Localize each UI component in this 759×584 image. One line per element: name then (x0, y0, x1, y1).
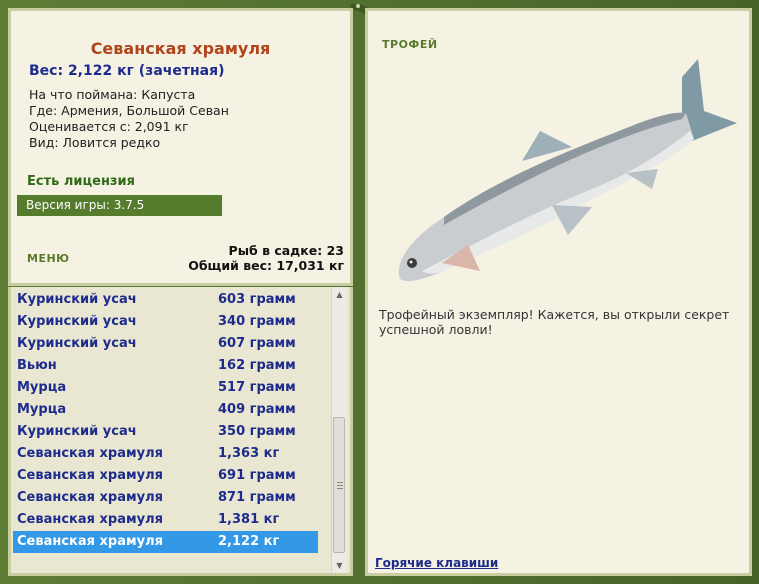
catch-fish-weight: 517 грамм (218, 380, 296, 395)
catch-fish-weight: 607 грамм (218, 336, 296, 351)
catch-list-row[interactable]: Куринский усач 607 грамм (13, 333, 318, 355)
catch-list-row[interactable]: Севанская храмуля 691 грамм (13, 465, 318, 487)
total-weight: Общий вес: 17,031 кг (188, 258, 344, 273)
fish-kind: Вид: Ловится редко (29, 135, 161, 150)
catch-list-row[interactable]: Вьюн 162 грамм (13, 355, 318, 377)
grip-line (337, 485, 343, 486)
catch-fish-name: Куринский усач (17, 314, 137, 329)
catch-fish-weight: 409 грамм (218, 402, 296, 417)
catch-list-row[interactable]: Севанская храмуля 1,363 кг (13, 443, 318, 465)
scroll-up-arrow-icon[interactable]: ▲ (332, 287, 347, 302)
fish-weight: Вес: 2,122 кг (зачетная) (29, 63, 225, 79)
catch-list-row[interactable]: Севанская храмуля 1,381 кг (13, 509, 318, 531)
fish-title: Севанская храмуля (90, 39, 271, 58)
catch-fish-weight: 1,381 кг (218, 512, 280, 527)
catch-list-row[interactable]: Мурца 517 грамм (13, 377, 318, 399)
catch-fish-weight: 1,363 кг (218, 446, 280, 461)
catch-fish-weight: 2,122 кг (218, 534, 280, 549)
catch-fish-name: Куринский усач (17, 424, 137, 439)
catch-fish-name: Севанская храмуля (17, 512, 163, 527)
trophy-panel: ТРОФЕЙ Трофейный экземпляр! Кажется, вы … (365, 8, 752, 576)
catch-fish-weight: 162 грамм (218, 358, 296, 373)
catch-fish-weight: 871 грамм (218, 490, 296, 505)
fish-location: Где: Армения, Большой Севан (29, 103, 229, 118)
grip-line (337, 482, 343, 483)
menu-button[interactable]: МЕНЮ (27, 252, 70, 265)
scroll-down-arrow-icon[interactable]: ▼ (332, 558, 347, 573)
game-version: Версия игры: 3.7.5 (17, 195, 222, 216)
catch-fish-name: Мурца (17, 402, 67, 417)
catch-fish-weight: 350 грамм (218, 424, 296, 439)
catch-list: Куринский усач 603 грамм Куринский усач 340… (13, 289, 318, 553)
catch-fish-weight: 691 грамм (218, 468, 296, 483)
catch-fish-name: Вьюн (17, 358, 57, 373)
catch-list-row[interactable]: Севанская храмуля 871 грамм (13, 487, 318, 509)
hotkeys-link[interactable]: Горячие клавиши (375, 556, 498, 570)
catch-fish-name: Мурца (17, 380, 67, 395)
catch-list-row[interactable]: Севанская храмуля 2,122 кг (13, 531, 318, 553)
catch-list-row[interactable]: Куринский усач 340 грамм (13, 311, 318, 333)
license-status: Есть лицензия (27, 174, 135, 189)
catch-fish-name: Куринский усач (17, 336, 137, 351)
trophy-message: Трофейный экземпляр! Кажется, вы открыли… (379, 307, 730, 337)
fish-count: Рыб в садке: 23 (228, 243, 344, 258)
catch-fish-name: Севанская храмуля (17, 490, 163, 505)
catch-fish-weight: 340 грамм (218, 314, 296, 329)
list-scrollbar[interactable]: ▲ ▼ (331, 287, 347, 573)
catch-list-row[interactable]: Куринский усач 603 грамм (13, 289, 318, 311)
fish-info-panel: Севанская храмуля Вес: 2,122 кг (зачетна… (8, 8, 353, 286)
catch-fish-name: Севанская храмуля (17, 468, 163, 483)
catch-fish-name: Куринский усач (17, 292, 137, 307)
catch-fish-name: Севанская храмуля (17, 446, 163, 461)
scrollbar-thumb[interactable] (333, 417, 345, 553)
catch-list-panel: Куринский усач 603 грамм Куринский усач 340… (8, 287, 353, 576)
catch-list-row[interactable]: Куринский усач 350 грамм (13, 421, 318, 443)
fish-bait: На что поймана: Капуста (29, 87, 196, 102)
fish-value: Оценивается с: 2,091 кг (29, 119, 189, 134)
catch-list-row[interactable]: Мурца 409 грамм (13, 399, 318, 421)
catch-stats: Рыб в садке: 23 Общий вес: 17,031 кг (188, 243, 344, 273)
catch-fish-name: Севанская храмуля (17, 534, 163, 549)
grip-line (337, 488, 343, 489)
fish-image (398, 59, 737, 282)
catch-fish-weight: 603 грамм (218, 292, 296, 307)
